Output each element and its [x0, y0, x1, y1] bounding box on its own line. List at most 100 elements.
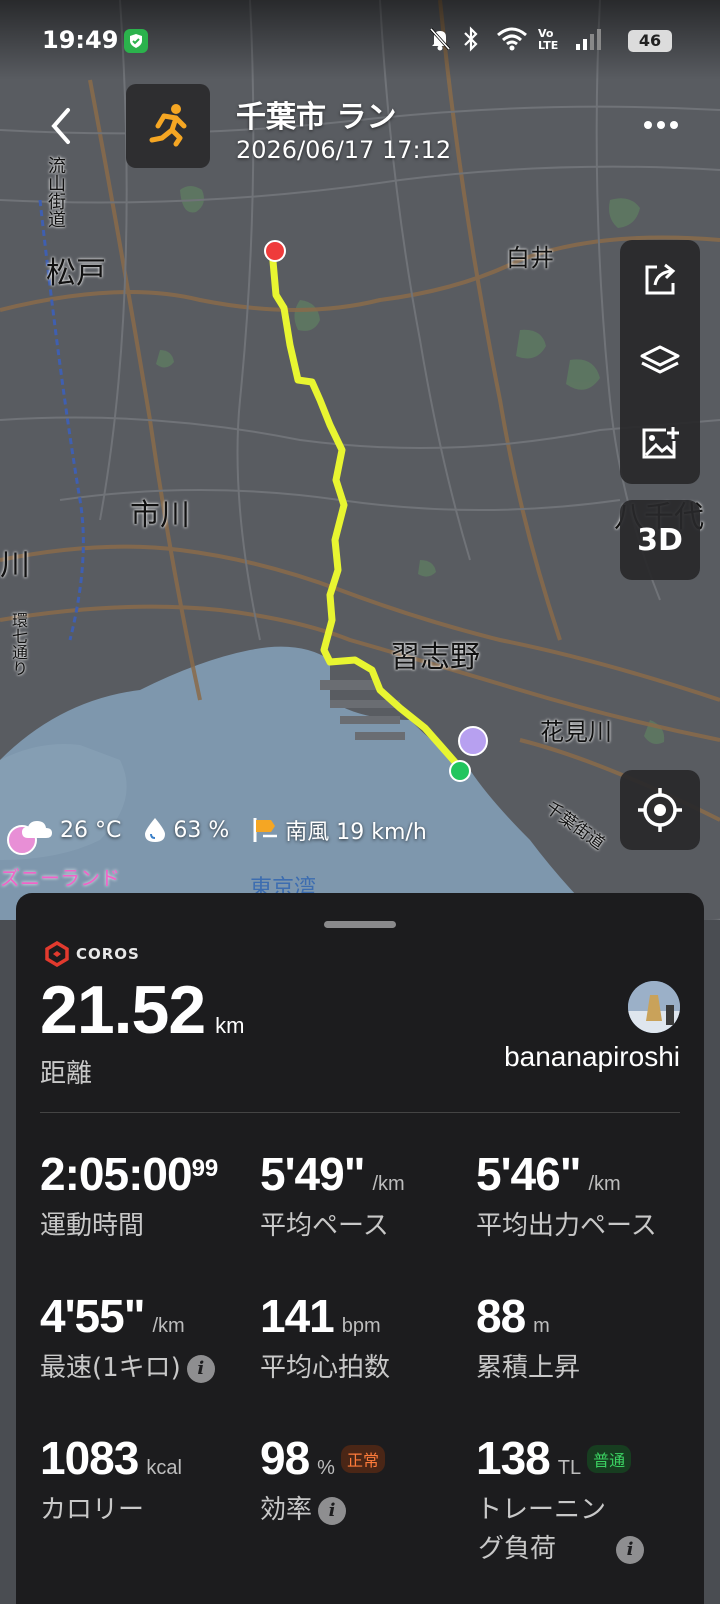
distance-unit: km	[215, 1013, 245, 1038]
stat-avg-power-pace: 5'46" /km 平均出力ペース	[476, 1147, 686, 1242]
distance-block: 21.52 km	[40, 971, 245, 1049]
weather-humidity: 63 %	[143, 816, 229, 844]
wind-flag-icon	[253, 818, 278, 842]
shield-icon	[124, 29, 148, 53]
stat-label: 効率	[260, 1495, 313, 1525]
map-label-kannana: 環七通り	[9, 612, 28, 676]
avatar-image	[628, 981, 680, 1033]
stat-label: 平均出力ペース	[476, 1211, 657, 1241]
status-time: 19:49	[42, 26, 119, 54]
brand-name: COROS	[76, 945, 140, 963]
weather-bar: 26 °C 63 % 南風 19 km/h	[20, 810, 441, 850]
stat-label-wrap: グ負荷 i	[476, 1528, 696, 1565]
stat-label-wrap: 最速(1キロ) i	[40, 1347, 250, 1384]
stat-unit: TL	[557, 1457, 582, 1479]
stat-value: 5'49"	[260, 1148, 365, 1200]
divider	[40, 1112, 680, 1113]
wifi-icon	[496, 26, 528, 54]
back-button[interactable]	[44, 104, 80, 148]
map-label-disneyland: ズニーランド	[0, 866, 120, 890]
more-options-button[interactable]	[644, 110, 684, 140]
stat-unit: /km	[588, 1173, 621, 1195]
stat-unit: /km	[152, 1315, 185, 1337]
bell-off-icon	[428, 26, 452, 54]
activity-summary-panel[interactable]: COROS 21.52 km 距離 bananapiroshi 2:05:009…	[16, 893, 704, 1604]
stat-value: 4'55"	[40, 1290, 145, 1342]
distance-value: 21.52	[40, 972, 206, 1048]
stat-unit: bpm	[341, 1315, 381, 1337]
status-badge: 正常	[340, 1445, 385, 1473]
humidity-icon	[145, 818, 166, 842]
stat-calories: 1083 kcal カロリー	[40, 1431, 250, 1526]
dot	[657, 121, 665, 129]
map-label-chi-edge: 千	[702, 910, 720, 920]
stat-fastest-km: 4'55" /km 最速(1キロ) i	[40, 1289, 250, 1384]
avatar[interactable]	[628, 981, 680, 1033]
temperature-value: 26 °C	[60, 817, 122, 843]
info-icon[interactable]: i	[616, 1535, 645, 1564]
bluetooth-icon	[462, 26, 480, 54]
locate-button[interactable]	[620, 770, 700, 850]
map-layers-button[interactable]	[620, 322, 700, 402]
battery-icon: 46	[628, 30, 672, 52]
stat-value: 1083	[40, 1432, 139, 1484]
activity-datetime: 2026/06/17 17:12	[236, 136, 452, 164]
chevron-left-icon	[51, 108, 70, 144]
layers-icon	[640, 345, 680, 374]
add-photo-icon	[642, 427, 679, 459]
stat-training-load: 138 TL 普通 トレーニン グ負荷 i	[476, 1431, 696, 1565]
info-icon[interactable]: i	[186, 1354, 215, 1383]
map-label-ichikawa: 市川	[130, 498, 190, 533]
info-icon[interactable]: i	[318, 1496, 347, 1525]
wind-value: 南風 19 km/h	[285, 820, 427, 845]
stat-elevation-gain: 88 m 累積上昇	[476, 1289, 686, 1384]
stat-value-hundredths: 99	[191, 1155, 219, 1182]
volte-icon: Vo LTE	[538, 27, 559, 52]
drag-handle[interactable]	[324, 921, 396, 928]
stat-label-line2: グ負荷	[478, 1534, 557, 1564]
map-toolbar	[620, 240, 700, 484]
stat-value: 138	[476, 1432, 551, 1484]
start-marker	[449, 760, 471, 782]
dot	[644, 121, 652, 129]
map-label-hanamigawa: 花見川	[540, 718, 612, 746]
share-icon	[645, 263, 676, 295]
username: bananapiroshi	[504, 1041, 680, 1072]
stat-label: 平均ペース	[260, 1211, 389, 1241]
share-button[interactable]	[620, 240, 700, 320]
stat-duration: 2:05:0099 運動時間	[40, 1147, 250, 1242]
stat-unit: m	[533, 1315, 550, 1337]
stat-value: 88	[476, 1290, 526, 1342]
status-badge: 普通	[587, 1445, 632, 1473]
stat-value: 5'46"	[476, 1148, 581, 1200]
dot	[670, 121, 678, 129]
signal-icon	[574, 26, 602, 54]
stat-label: 最速(1キロ)	[40, 1353, 181, 1383]
weather-temp: 26 °C	[20, 818, 121, 843]
status-bar: 19:49 Vo LTE 46	[0, 0, 720, 80]
stat-unit: /km	[372, 1173, 405, 1195]
coros-logo-icon	[45, 941, 69, 967]
end-marker	[264, 240, 286, 262]
add-photo-button[interactable]	[620, 404, 700, 484]
weather-wind: 南風 19 km/h	[251, 814, 427, 846]
stat-label: 累積上昇	[476, 1353, 581, 1383]
map-label-shiroi: 白井	[506, 244, 554, 272]
map-label-matsudo: 松戸	[46, 256, 106, 291]
map-label-ichikawa-edge: 川	[0, 548, 30, 583]
stat-efficiency: 98% 正常 効率 i	[260, 1431, 470, 1526]
stat-avg-heart-rate: 141 bpm 平均心拍数	[260, 1289, 470, 1384]
cloudy-icon	[22, 821, 52, 838]
stat-label: トレーニン	[476, 1495, 607, 1525]
stat-label-wrap: 効率 i	[260, 1489, 470, 1526]
humidity-value: 63 %	[173, 817, 230, 843]
activity-type-tile	[126, 84, 210, 168]
map-label-narashino: 習志野	[390, 640, 480, 675]
stat-label: カロリー	[40, 1495, 145, 1525]
toggle-3d-button[interactable]: 3D	[620, 500, 700, 580]
stat-label: 平均心拍数	[260, 1353, 391, 1383]
activity-title: 千葉市 ラン	[236, 100, 397, 135]
stat-unit: kcal	[146, 1457, 182, 1479]
coros-logo: COROS	[44, 941, 140, 967]
distance-label: 距離	[40, 1059, 93, 1089]
